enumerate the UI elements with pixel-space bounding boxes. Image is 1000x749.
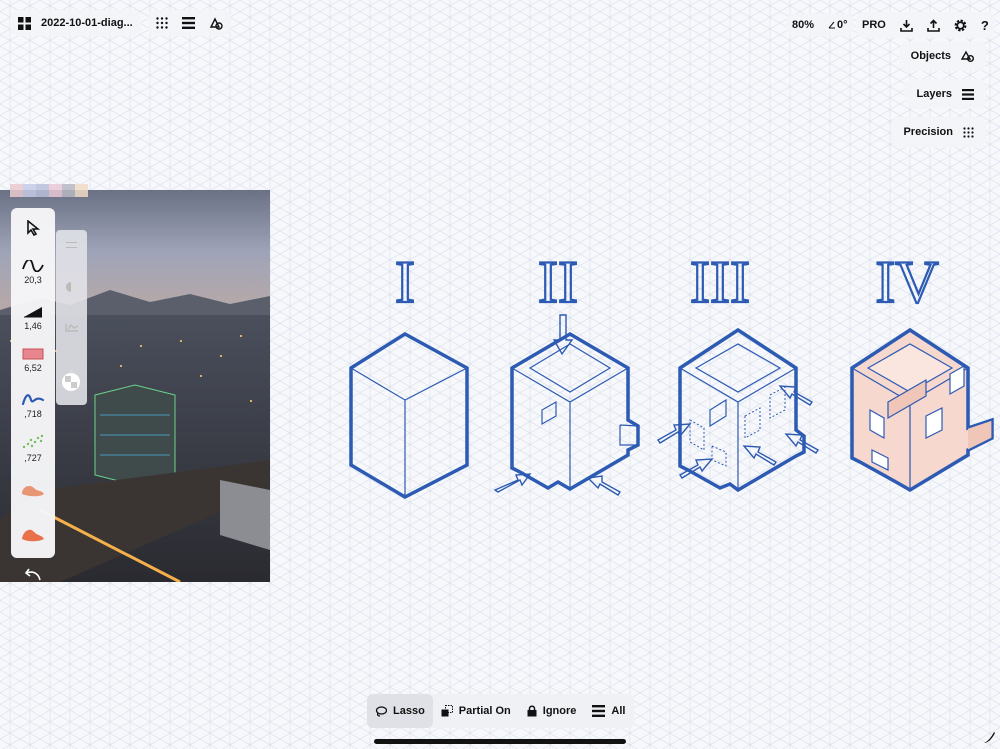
layers-stack-icon	[592, 705, 606, 717]
ignore-label: Ignore	[542, 705, 577, 717]
pointer-icon	[27, 220, 40, 236]
brush-stroke-icon	[22, 486, 44, 497]
shapes-icon	[961, 50, 974, 62]
layers-stack-icon[interactable]	[182, 17, 195, 29]
precision-button[interactable]: Precision	[891, 117, 986, 147]
fill-blob-icon	[22, 529, 44, 542]
rect-tool[interactable]: 6,52	[11, 348, 55, 373]
all-label: All	[611, 705, 626, 717]
numeral-iii: III	[690, 249, 750, 315]
import-icon[interactable]	[900, 19, 913, 32]
ignore-button[interactable]: Ignore	[519, 694, 585, 728]
cube-ii[interactable]	[493, 314, 640, 496]
zoom-pill[interactable]: 80% 0°	[786, 14, 854, 36]
objects-button[interactable]: Objects	[898, 41, 986, 71]
gear-icon[interactable]	[954, 19, 967, 32]
tool-size-value: 6,52	[24, 363, 42, 373]
pen-tool[interactable]: ,718	[11, 392, 55, 419]
spray-icon	[22, 434, 44, 449]
pencil-hover-icon	[984, 732, 995, 743]
share-icon[interactable]	[927, 18, 940, 32]
pressure-icon[interactable]	[65, 322, 79, 332]
curve-icon	[22, 260, 44, 272]
lasso-icon	[375, 705, 387, 717]
layers-label: Layers	[916, 88, 952, 100]
shapes-icon[interactable]	[209, 16, 223, 30]
view-pill	[148, 10, 231, 36]
tool-palette: 20,3 1,46 6,52 ,718 ,727	[11, 208, 55, 558]
partial-select-icon	[441, 705, 453, 717]
tool-size-value: ,727	[24, 453, 42, 463]
lasso-button[interactable]: Lasso	[367, 694, 433, 728]
fill-tool[interactable]	[11, 526, 55, 542]
tool-size-value: ,718	[24, 409, 42, 419]
numeral-ii: II	[538, 249, 578, 315]
file-pill[interactable]: 2022-10-01-diag...	[10, 10, 141, 36]
numeral-iv: IV	[875, 249, 938, 315]
lasso-label: Lasso	[393, 705, 425, 717]
wedge-icon	[24, 307, 42, 318]
partial-label: Partial On	[458, 705, 511, 717]
cube-i[interactable]	[349, 331, 469, 499]
precision-label: Precision	[903, 126, 953, 138]
drag-handle-icon[interactable]	[66, 242, 77, 248]
tool-options-panel	[56, 230, 87, 405]
help-icon[interactable]: ?	[981, 18, 989, 33]
home-indicator[interactable]	[374, 739, 626, 744]
partial-on-button[interactable]: Partial On	[433, 694, 519, 728]
action-pill: PRO ?	[856, 12, 995, 38]
file-title[interactable]: 2022-10-01-diag...	[41, 17, 133, 29]
triangle-tool[interactable]: 1,46	[11, 306, 55, 331]
tool-size-value: 1,46	[24, 321, 42, 331]
isometric-diagram[interactable]: I II III IV	[340, 240, 1000, 510]
all-layers-button[interactable]: All	[584, 694, 633, 728]
dots-grid-icon	[963, 126, 974, 138]
select-tool[interactable]	[11, 220, 55, 236]
pro-badge[interactable]: PRO	[862, 19, 886, 31]
texture-icon[interactable]	[61, 372, 81, 392]
tool-size-value: 20,3	[24, 275, 42, 285]
zoom-value[interactable]: 80%	[792, 19, 814, 31]
angle-readout[interactable]: 0°	[828, 19, 848, 31]
lock-icon	[527, 705, 537, 717]
spray-tool[interactable]: ,727	[11, 434, 55, 463]
opacity-icon[interactable]	[66, 282, 76, 292]
layers-button[interactable]: Layers	[904, 79, 986, 109]
brush-tool[interactable]	[11, 482, 55, 498]
gallery-grid-icon[interactable]	[18, 16, 31, 30]
cube-iii[interactable]	[656, 327, 820, 493]
angle-value: 0°	[837, 19, 848, 31]
color-swatches[interactable]	[10, 184, 88, 197]
pen-stroke-icon	[21, 394, 45, 406]
cube-iv[interactable]	[850, 327, 994, 493]
undo-icon[interactable]	[24, 566, 42, 582]
selection-mode-bar: Lasso Partial On Ignore All	[367, 694, 634, 728]
objects-label: Objects	[910, 50, 951, 62]
angle-icon	[828, 21, 836, 29]
layers-stack-icon	[962, 88, 974, 100]
curve-tool[interactable]: 20,3	[11, 260, 55, 285]
dots-grid-icon[interactable]	[156, 17, 168, 29]
marker-icon	[22, 348, 44, 360]
numeral-i: I	[395, 249, 415, 315]
